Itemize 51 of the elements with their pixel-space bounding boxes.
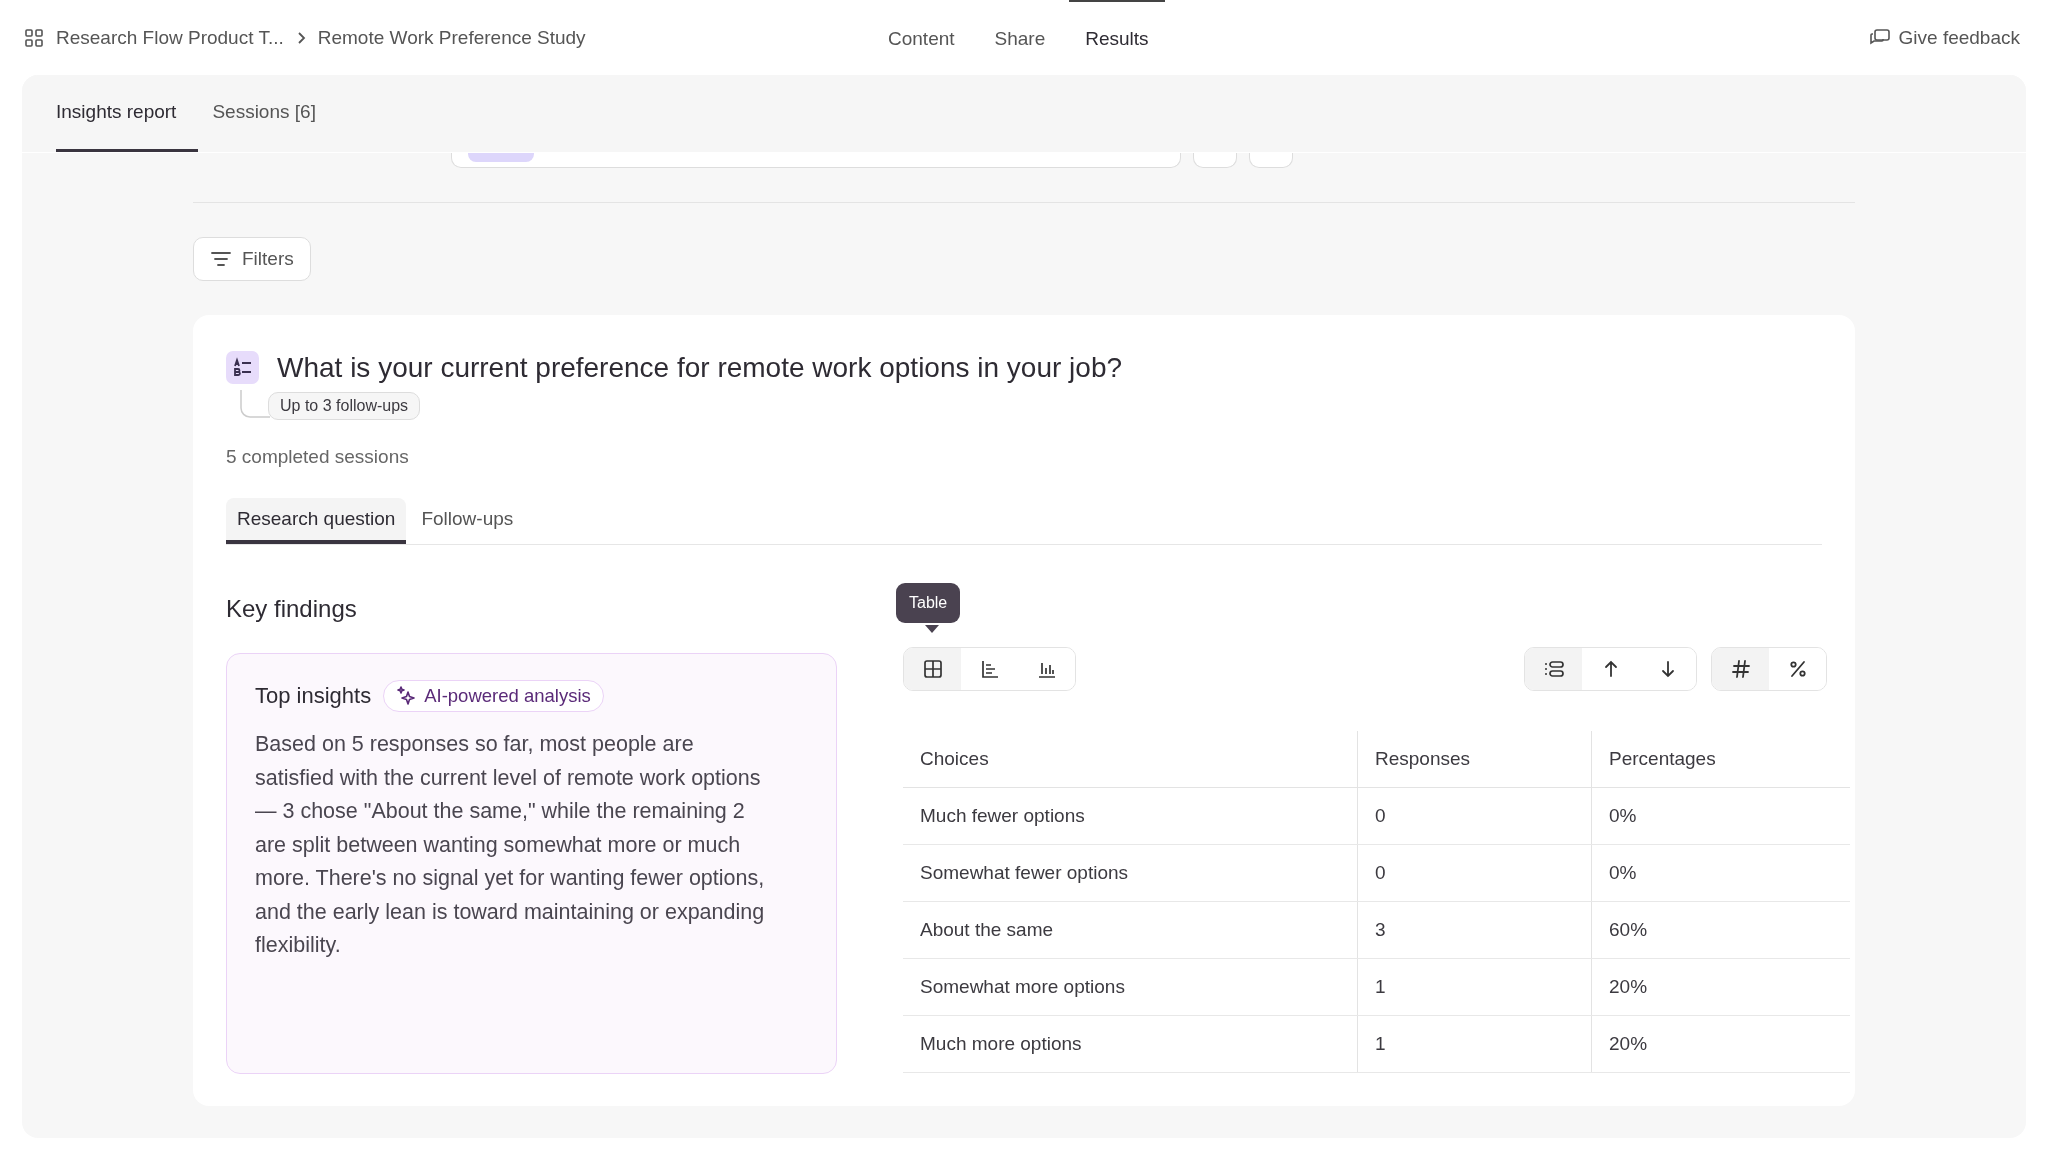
table-cell: 1 [1357,958,1592,1016]
ai-badge: AI-powered analysis [383,680,604,712]
table-cell: 60% [1591,901,1850,959]
question-tab[interactable]: Follow-ups [410,498,525,544]
table-cell: Much fewer options [903,787,1358,845]
question-title: What is your current preference for remote work options in your job? [277,351,1123,384]
column-header: Choices [903,731,1358,788]
tooltip-pointer [925,625,939,633]
table-cell: Much more options [903,1015,1358,1073]
breadcrumb-link[interactable]: Research Flow Product T... [56,26,284,49]
insights-title: Top insights [255,683,372,709]
table-cell: About the same [903,901,1358,959]
table-cell: 0% [1591,787,1850,845]
table-cell: Somewhat more options [903,958,1358,1016]
give-feedback-button[interactable]: Give feedback [1862,25,2026,50]
follow-up-badge: Up to 3 follow-ups [268,392,421,420]
column-header: Percentages [1591,731,1850,788]
report-tab[interactable]: Insights report [56,75,199,152]
report-tab[interactable]: Sessions [6] [212,75,338,152]
nav-tab[interactable]: Content [872,0,971,75]
question-tab[interactable]: Research question [226,498,407,544]
nav-tab[interactable]: Share [978,0,1062,75]
table-cell: 0 [1357,787,1592,845]
horizontal-bar-chart-icon [979,659,1000,679]
column-header: Responses [1357,731,1592,788]
connector-line [240,390,270,420]
key-findings-heading: Key findings [226,595,358,623]
sparkle-icon [396,686,417,706]
hash-icon [1730,659,1751,679]
list-icon [226,351,259,384]
count-format-button[interactable] [1712,648,1769,690]
table-cell: 20% [1591,1015,1850,1073]
table-cell: 3 [1357,901,1592,959]
sessions-count: 5 completed sessions [226,446,410,468]
tooltip: Table [896,583,961,623]
filters-button[interactable]: Filters [193,237,311,281]
filter-icon [210,250,232,268]
chevron-right-icon [295,30,306,45]
table-cell: 1 [1357,1015,1592,1073]
table-cell: 0 [1357,844,1592,902]
table-cell: 0% [1591,844,1850,902]
table-cell: Somewhat fewer options [903,844,1358,902]
list-icon [1542,659,1565,679]
table-grid-icon [922,659,943,679]
table-cell: 20% [1591,958,1850,1016]
table-view-button[interactable] [904,648,961,690]
insights-text: Based on 5 responses so far, most people are satisfied with the current level of remote work options — 3 chose "About the same," while the remaining 2 are split between wanting somewhat more or much more. There's no signal yet for wanting fewer options, and the early lean is toward maintaining or expanding flexibility. [255,731,766,959]
default-order-button[interactable] [1525,648,1582,690]
breadcrumb-link[interactable]: Remote Work Preference Study [317,26,586,49]
grid-icon [24,27,44,48]
percent-icon [1787,659,1808,679]
